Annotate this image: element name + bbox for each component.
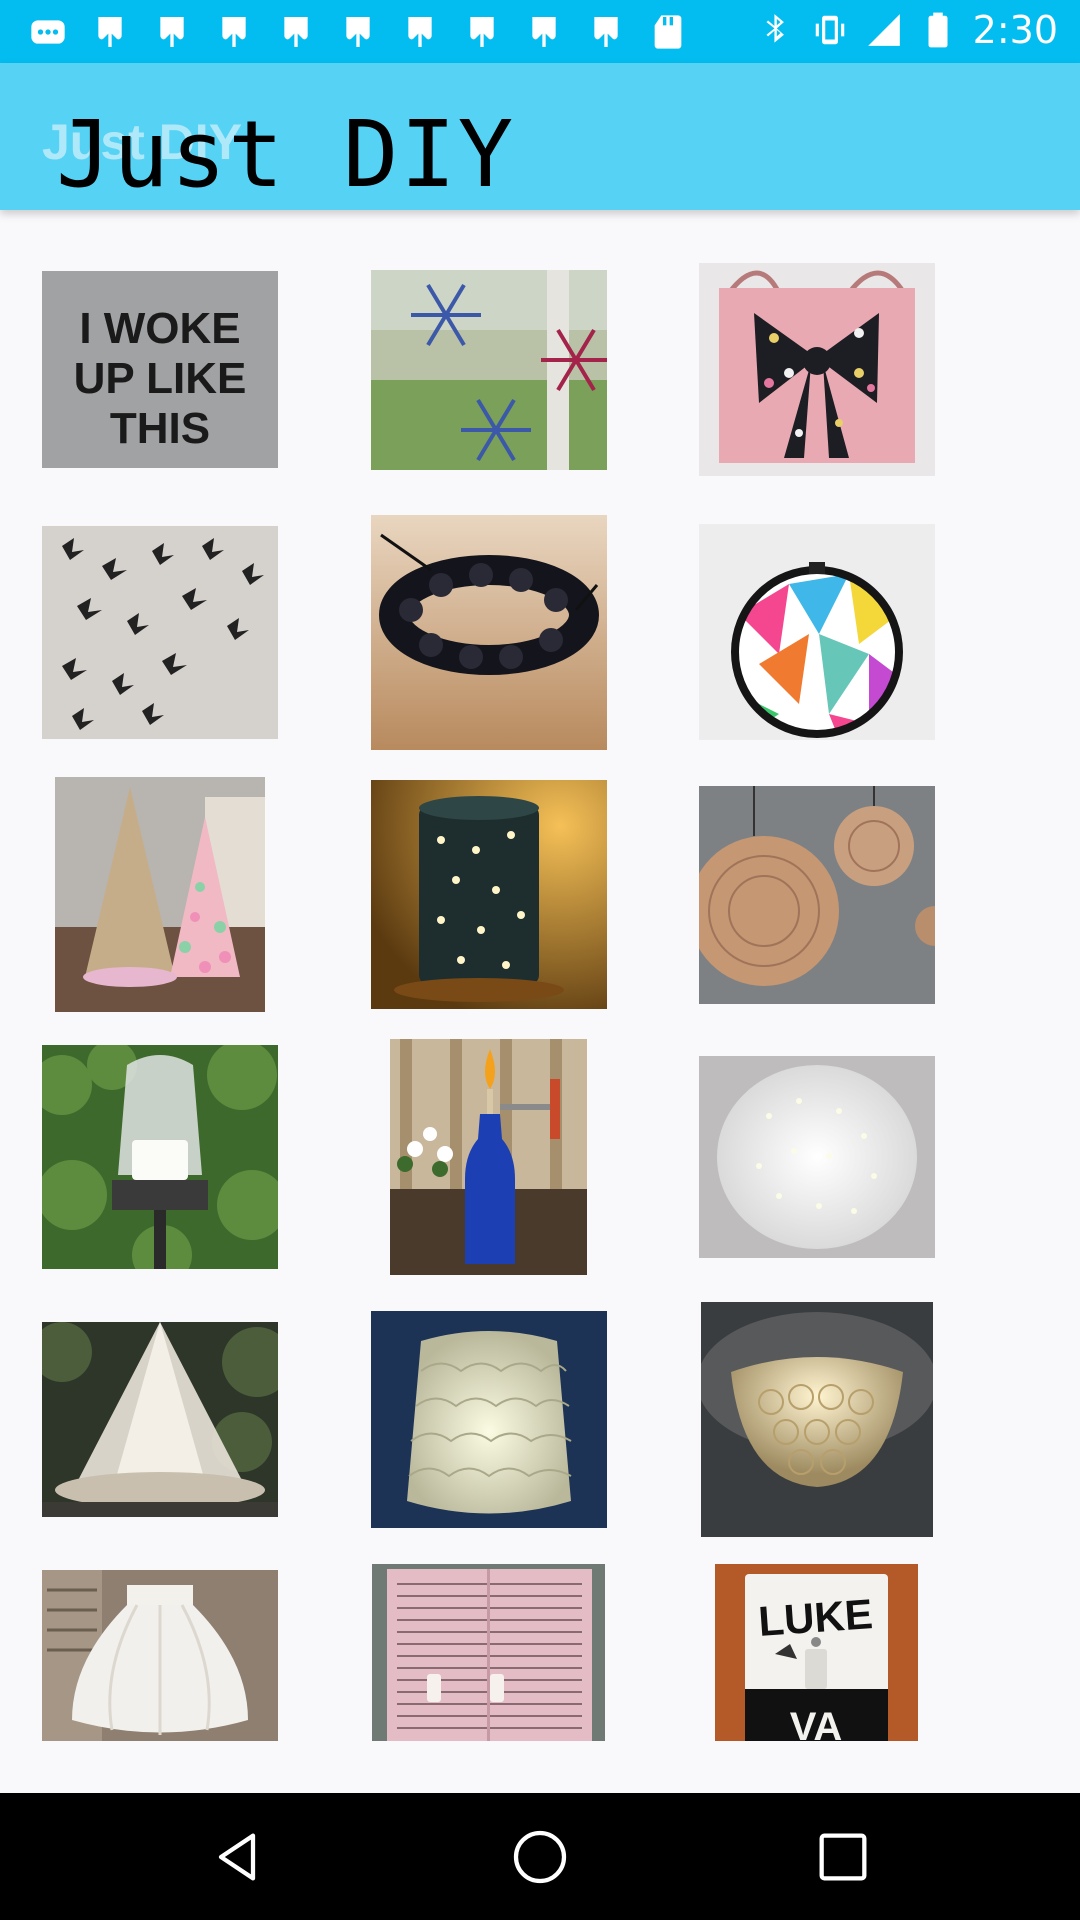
- home-button[interactable]: [502, 1819, 578, 1895]
- sd-card-icon: [646, 10, 690, 54]
- vibrate-icon: [815, 15, 844, 45]
- grid-item-woke-up-shirt[interactable]: I WOKE UP LIKE THIS: [42, 271, 278, 468]
- grid-item-pink-bag[interactable]: [699, 263, 935, 476]
- battery-icon: [928, 12, 948, 48]
- back-button[interactable]: [199, 1819, 275, 1895]
- pinterest-icon: [212, 10, 256, 54]
- woke-text-line-1: I WOKE: [79, 304, 240, 353]
- back-icon: [218, 1833, 256, 1881]
- grid-item-cone-trees[interactable]: [55, 777, 265, 1012]
- pinterest-icon: [150, 10, 194, 54]
- grid-item-geometric-hoop[interactable]: [699, 524, 935, 740]
- grid-item-spoon-ceiling-light[interactable]: [701, 1302, 933, 1537]
- grid-item-luke-switch-plate[interactable]: LUKE VA: [715, 1564, 918, 1741]
- message-icon: [26, 10, 70, 54]
- app-title: Just DIY: [56, 101, 516, 208]
- grid-item-butterfly-wall[interactable]: [42, 526, 278, 739]
- grid-item-sparkle-lampshade[interactable]: [699, 1056, 935, 1258]
- status-time: 2:30: [972, 8, 1058, 52]
- grid-item-beaded-bracelet[interactable]: [371, 515, 607, 750]
- grid-item-spoon-lamp[interactable]: [371, 1311, 607, 1528]
- navigation-bar: [0, 1793, 1080, 1920]
- home-icon: [513, 1830, 567, 1884]
- grid-item-snowflake-decals[interactable]: [371, 270, 607, 470]
- app-bar: Just DIY Just DIY: [0, 63, 1080, 210]
- status-bar: 2:30: [0, 0, 1080, 63]
- luke-text-bottom: VA: [790, 1705, 843, 1741]
- grid-item-canopy-bed[interactable]: [42, 1322, 278, 1517]
- bluetooth-icon: [766, 14, 784, 43]
- recents-button[interactable]: [805, 1819, 881, 1895]
- system-icons: 2:30: [757, 8, 1058, 52]
- pinterest-icon: [460, 10, 504, 54]
- grid-item-bottle-torch[interactable]: [390, 1039, 587, 1275]
- woke-text-line-3: THIS: [110, 404, 210, 453]
- pinterest-icon: [522, 10, 566, 54]
- grid-item-tutu-skirt[interactable]: [42, 1570, 278, 1741]
- signal-icon: [867, 14, 900, 46]
- pinterest-icon: [274, 10, 318, 54]
- pinterest-icon: [584, 10, 628, 54]
- grid-item-yarn-pendant-lights[interactable]: [699, 786, 935, 1004]
- pinterest-icon: [398, 10, 442, 54]
- luke-text: LUKE: [757, 1590, 874, 1645]
- woke-text-line-2: UP LIKE: [74, 354, 247, 403]
- grid-item-garden-torch[interactable]: [42, 1045, 278, 1269]
- pinterest-icon: [88, 10, 132, 54]
- pinterest-icon: [336, 10, 380, 54]
- grid-item-tin-can-lantern[interactable]: [371, 780, 607, 1009]
- notification-icons: [26, 10, 690, 54]
- recents-icon: [819, 1833, 867, 1881]
- grid-item-book-page-switch-plate[interactable]: [372, 1564, 605, 1741]
